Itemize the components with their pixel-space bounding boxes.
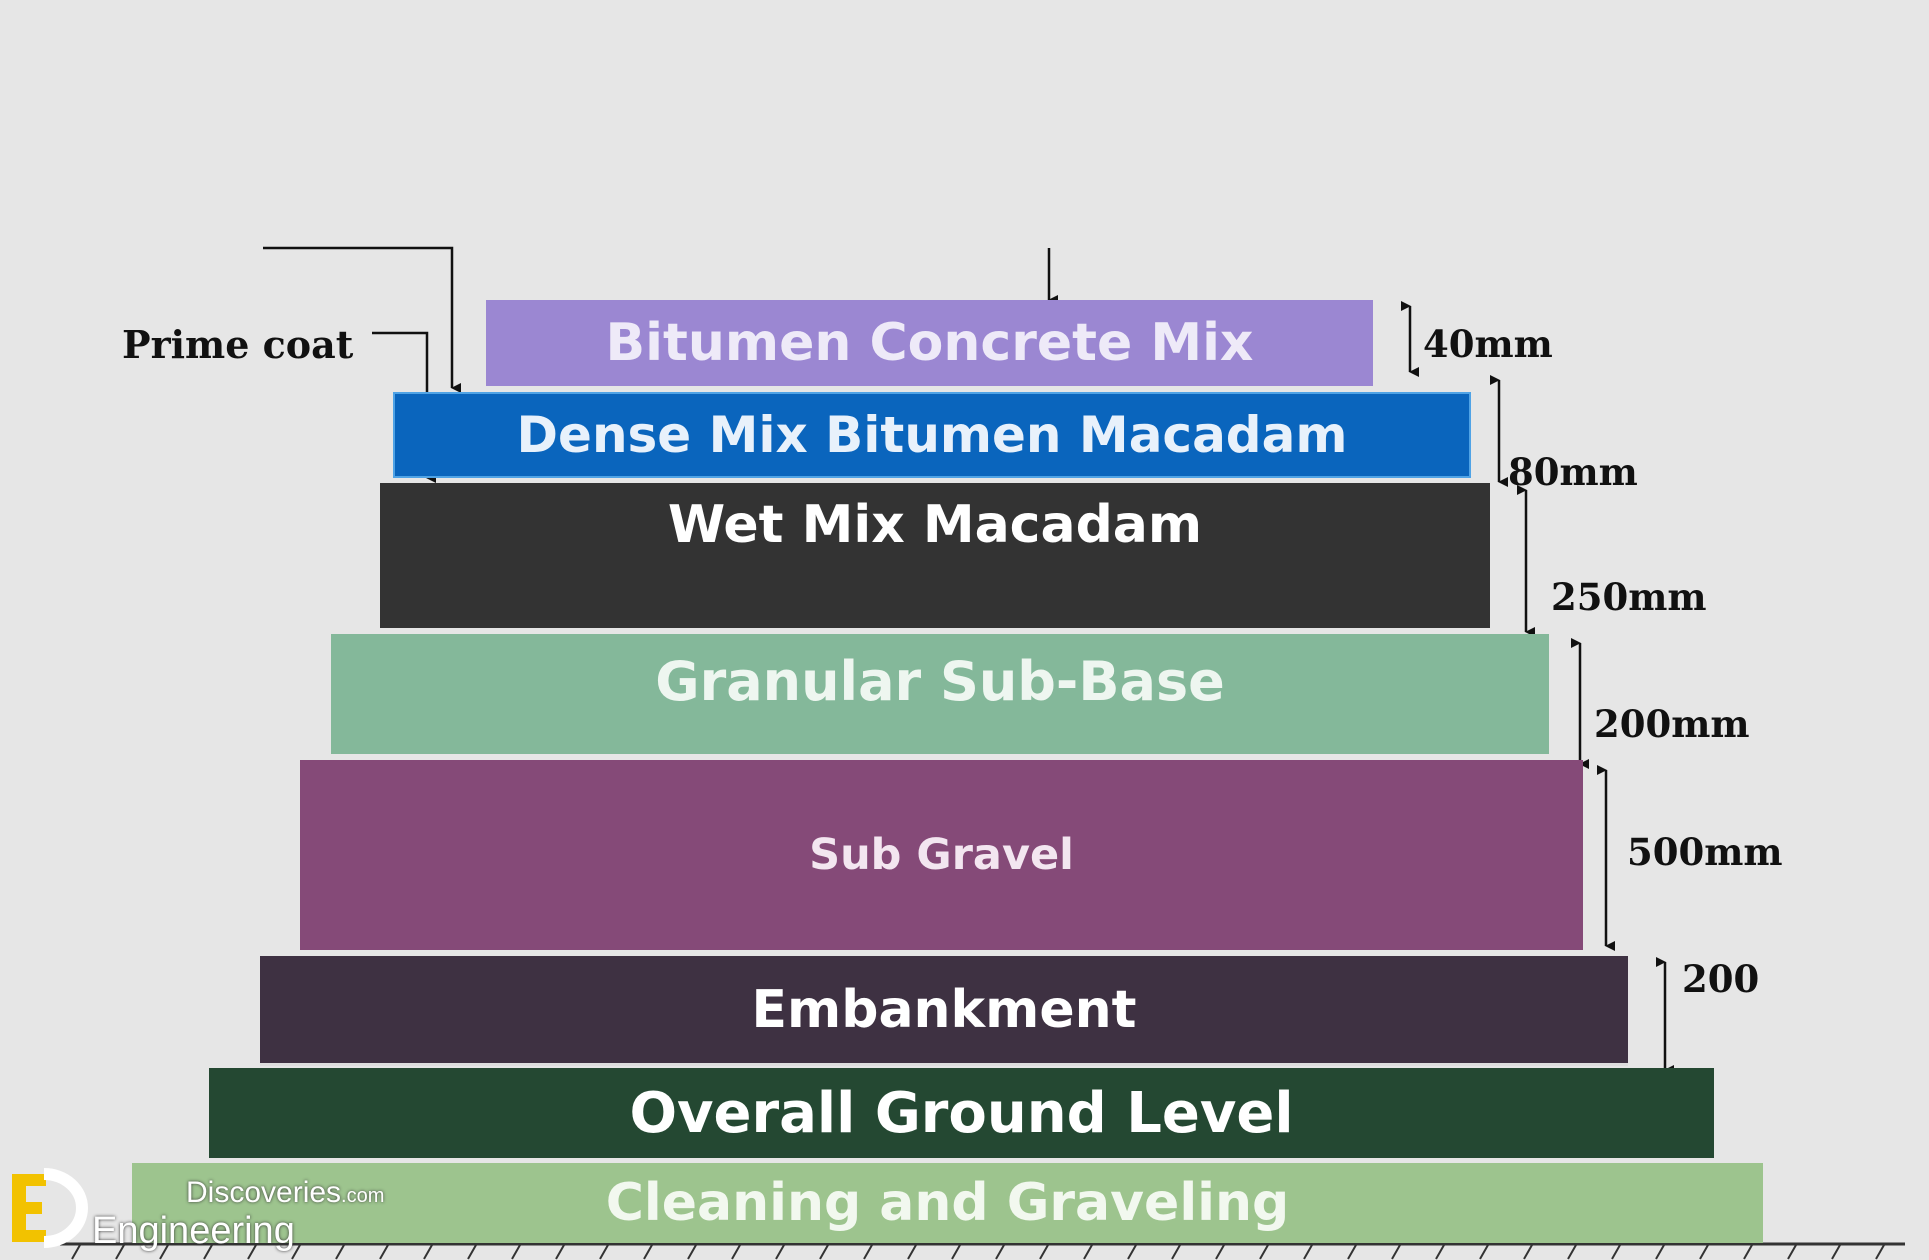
layer-label: Bitumen Concrete Mix bbox=[605, 313, 1254, 373]
layer-bitumen-concrete-mix: Bitumen Concrete Mix bbox=[486, 300, 1373, 386]
upper-leader-arrow bbox=[263, 246, 461, 393]
layer-label: Embankment bbox=[751, 979, 1137, 1040]
layer-dense-mix-bitumen-macadam: Dense Mix Bitumen Macadam bbox=[393, 392, 1471, 478]
layer-label: Sub Gravel bbox=[809, 830, 1074, 880]
layer-sub-gravel: Sub Gravel bbox=[300, 760, 1583, 950]
layer-label: Cleaning and Graveling bbox=[605, 1173, 1290, 1233]
layer-label: Overall Ground Level bbox=[629, 1080, 1294, 1146]
layer-label: Dense Mix Bitumen Macadam bbox=[516, 406, 1348, 464]
dim-label-200: 200 bbox=[1682, 957, 1760, 1001]
layer-wet-mix-macadam: Wet Mix Macadam bbox=[380, 483, 1490, 628]
logo-mark-icon bbox=[12, 1168, 88, 1248]
dim-label-40mm: 40mm bbox=[1423, 322, 1553, 366]
dim-label-200mm: 200mm bbox=[1594, 702, 1750, 746]
layer-overall-ground-level: Overall Ground Level bbox=[209, 1068, 1714, 1158]
dim-label-500mm: 500mm bbox=[1627, 830, 1783, 874]
site-logo: Discoveries.com Engineering bbox=[8, 1168, 428, 1256]
prime-coat-label: Prime coat bbox=[122, 322, 354, 367]
logo-line-1: Discoveries.com bbox=[186, 1176, 385, 1209]
layer-granular-sub-base: Granular Sub-Base bbox=[331, 634, 1549, 754]
dim-label-250mm: 250mm bbox=[1551, 575, 1707, 619]
layer-label: Wet Mix Macadam bbox=[667, 495, 1203, 555]
logo-line-2: Engineering bbox=[92, 1210, 295, 1252]
layer-embankment: Embankment bbox=[260, 956, 1628, 1066]
dim-label-80mm: 80mm bbox=[1508, 450, 1638, 494]
layer-label: Granular Sub-Base bbox=[655, 650, 1225, 713]
